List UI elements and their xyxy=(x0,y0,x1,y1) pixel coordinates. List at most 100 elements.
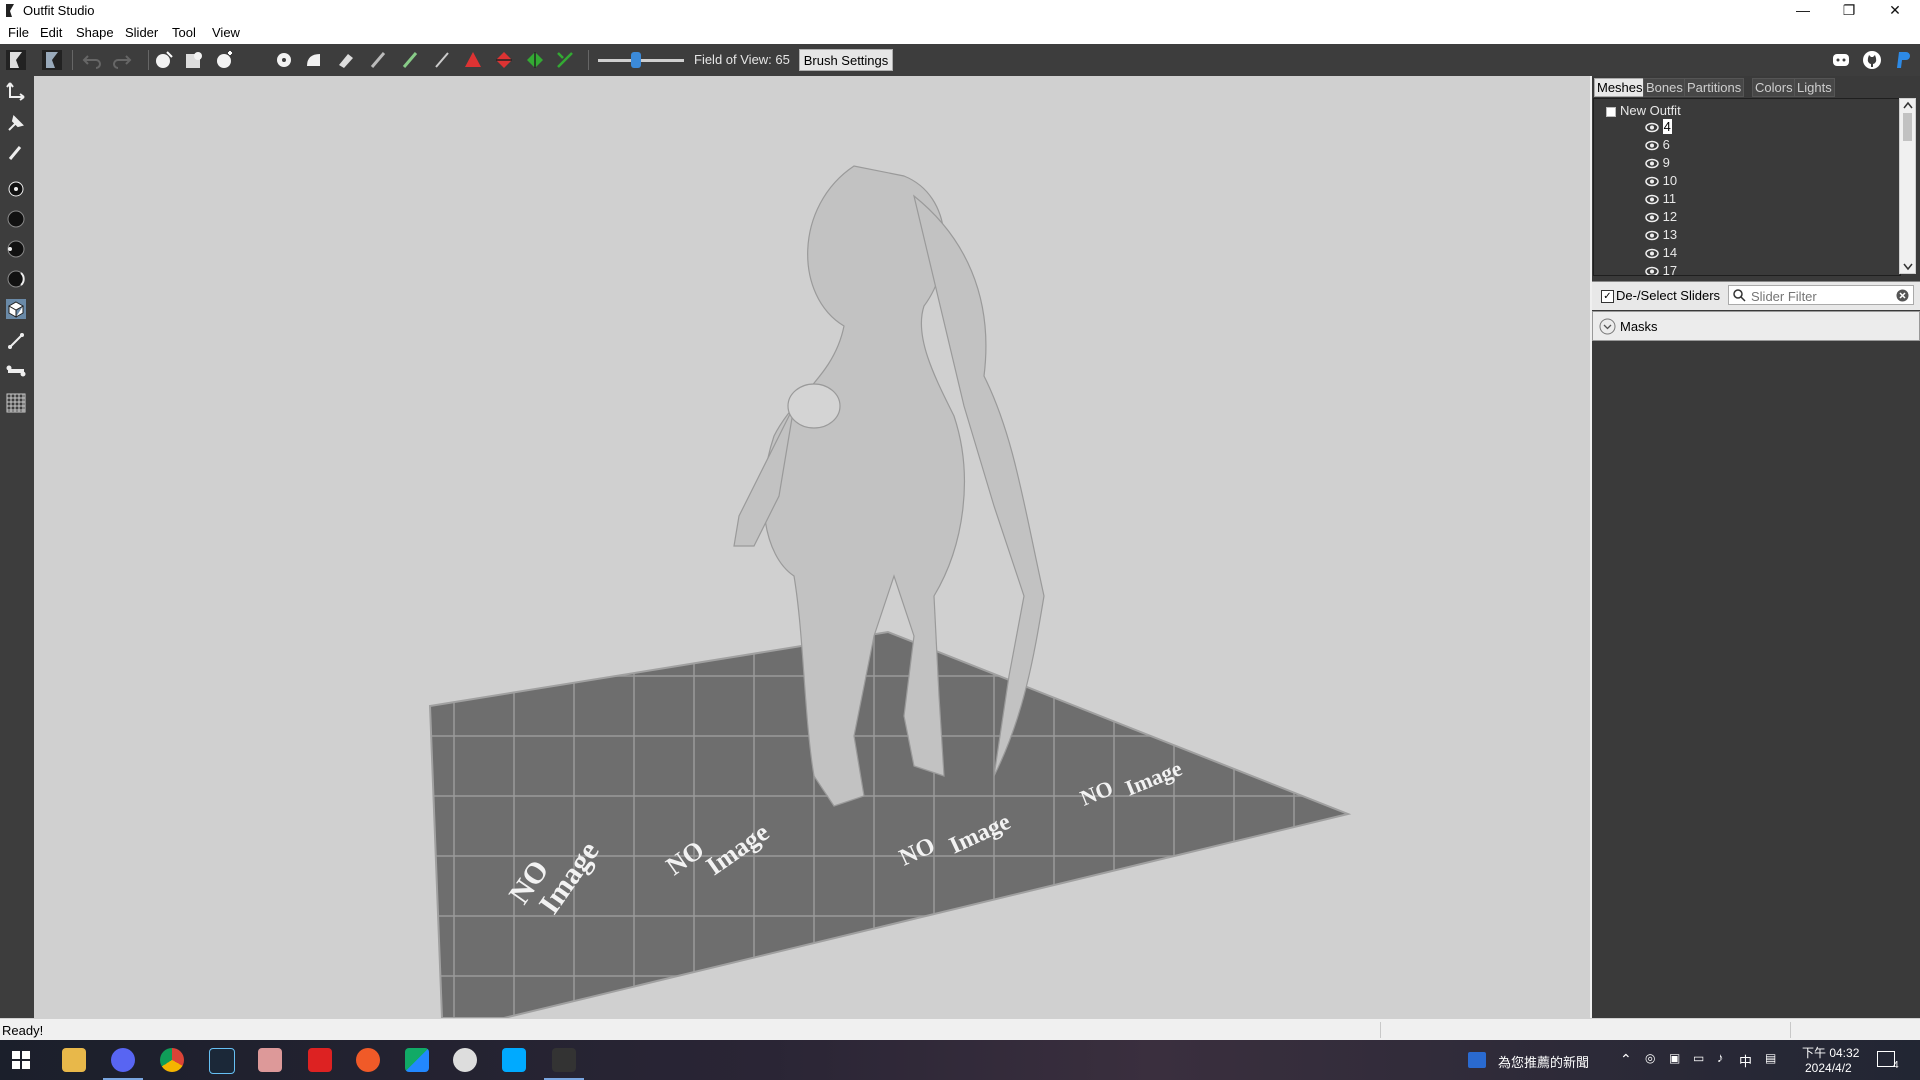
eye-icon[interactable] xyxy=(1645,248,1659,259)
smooth-brush-icon[interactable] xyxy=(304,50,324,70)
undo-icon[interactable] xyxy=(82,50,102,70)
app-folder-icon[interactable] xyxy=(502,1048,526,1072)
minimize-button[interactable]: — xyxy=(1780,0,1826,22)
tree-item-mesh[interactable]: 12 xyxy=(1645,209,1677,226)
mask-brush-icon[interactable] xyxy=(184,50,204,70)
menu-file[interactable]: File xyxy=(8,25,29,40)
tree-item-mesh[interactable]: 10 xyxy=(1645,173,1677,190)
scroll-thumb[interactable] xyxy=(1903,113,1912,141)
github-icon[interactable] xyxy=(1862,50,1882,70)
restrict-plane-icon[interactable] xyxy=(5,298,27,320)
grid-icon[interactable] xyxy=(5,392,27,414)
outfit-logo-icon[interactable] xyxy=(6,50,26,70)
eye-icon[interactable] xyxy=(1645,158,1659,169)
network-icon[interactable]: ▭ xyxy=(1693,1051,1704,1065)
reference-logo-icon[interactable] xyxy=(42,50,62,70)
tab-partitions[interactable]: Partitions xyxy=(1684,78,1745,97)
split-edge-icon[interactable] xyxy=(525,50,545,70)
bone-tool-icon[interactable] xyxy=(5,360,27,382)
restore-button[interactable]: ❐ xyxy=(1826,0,1872,22)
chevron-down-icon[interactable] xyxy=(1599,318,1616,335)
volume-icon[interactable]: ♪ xyxy=(1717,1050,1724,1065)
weight-brush-icon[interactable] xyxy=(368,50,388,70)
tree-item-mesh[interactable]: 4 xyxy=(1645,119,1672,136)
tray-expand-icon[interactable]: ⌃ xyxy=(1620,1051,1632,1068)
redo-icon[interactable] xyxy=(112,50,132,70)
close-button[interactable]: ✕ xyxy=(1872,0,1918,22)
eye-icon[interactable] xyxy=(1645,212,1659,223)
transform-icon[interactable] xyxy=(555,50,575,70)
chrome-icon[interactable] xyxy=(160,1048,184,1072)
clock-date[interactable]: 2024/4/2 xyxy=(1805,1061,1852,1075)
fov-slider-track[interactable] xyxy=(598,59,684,62)
tree-collapse-toggle[interactable] xyxy=(1606,107,1616,117)
tree-item-mesh[interactable]: 17 xyxy=(1645,263,1677,275)
menu-tool[interactable]: Tool xyxy=(172,25,196,40)
tray-app-icon[interactable]: ◎ xyxy=(1645,1051,1655,1065)
3d-viewport[interactable]: NO Image NO Image NO Image NO Image xyxy=(34,76,1590,1018)
scroll-down-icon[interactable] xyxy=(1903,263,1913,271)
tree-item-mesh[interactable]: 9 xyxy=(1645,155,1670,172)
outfit-studio-taskbar-icon[interactable] xyxy=(552,1048,576,1072)
connected-only-icon[interactable] xyxy=(5,208,27,230)
windows-start-icon[interactable] xyxy=(12,1051,30,1069)
select-brush-icon[interactable] xyxy=(154,50,174,70)
eye-icon[interactable] xyxy=(1645,140,1659,151)
ime-indicator[interactable]: 中 xyxy=(1739,1051,1752,1070)
eye-icon[interactable] xyxy=(1645,176,1659,187)
xmirror-icon[interactable] xyxy=(5,178,27,200)
game-launcher-icon[interactable] xyxy=(308,1048,332,1072)
menu-shape[interactable]: Shape xyxy=(76,25,114,40)
eye-icon[interactable] xyxy=(1645,122,1659,133)
tray-display-icon[interactable]: ▣ xyxy=(1669,1051,1680,1065)
collapse-vertex-icon[interactable] xyxy=(463,50,483,70)
tree-root-outfit[interactable]: New Outfit xyxy=(1620,103,1681,118)
eye-icon[interactable] xyxy=(1645,194,1659,205)
file-explorer-icon[interactable] xyxy=(62,1048,86,1072)
pen-tool-icon[interactable] xyxy=(5,330,27,352)
scroll-up-icon[interactable] xyxy=(1903,101,1913,109)
deflate-brush-icon[interactable] xyxy=(244,50,264,70)
menu-view[interactable]: View xyxy=(212,25,240,40)
slider-filter-input[interactable] xyxy=(1749,287,1893,305)
app-avatar-icon[interactable] xyxy=(258,1048,282,1072)
deselect-sliders-checkbox[interactable]: ✓ xyxy=(1601,290,1614,303)
fov-slider-thumb[interactable] xyxy=(631,52,641,68)
pivot-tool-icon[interactable] xyxy=(5,112,27,134)
ime-mode-icon[interactable]: ▤ xyxy=(1765,1051,1776,1065)
discord-icon[interactable] xyxy=(1831,50,1851,70)
move-brush-icon[interactable] xyxy=(274,50,294,70)
masks-row[interactable]: Masks xyxy=(1592,311,1920,341)
clear-icon[interactable] xyxy=(1896,289,1909,302)
mesh-tree[interactable]: New Outfit 4 6 9 10 11 12 13 14 17 xyxy=(1593,98,1901,276)
color-brush-icon[interactable] xyxy=(400,50,420,70)
brush-collision-icon[interactable] xyxy=(5,268,27,290)
ea-icon[interactable] xyxy=(356,1048,380,1072)
tab-meshes[interactable]: Meshes xyxy=(1594,78,1646,97)
app-icon[interactable] xyxy=(405,1048,429,1072)
tree-item-mesh[interactable]: 6 xyxy=(1645,137,1670,154)
steam-icon[interactable] xyxy=(209,1048,235,1074)
paypal-icon[interactable] xyxy=(1893,50,1913,70)
tree-scrollbar[interactable] xyxy=(1899,98,1916,274)
tree-item-mesh[interactable]: 14 xyxy=(1645,245,1677,262)
eye-icon[interactable] xyxy=(1645,230,1659,241)
news-text[interactable]: 為您推薦的新聞 xyxy=(1498,1052,1589,1071)
global-brush-icon[interactable] xyxy=(5,238,27,260)
vertex-select-icon[interactable] xyxy=(5,142,27,164)
undiff-brush-icon[interactable] xyxy=(336,50,356,70)
flip-edge-icon[interactable] xyxy=(494,50,514,70)
app-shield-icon[interactable] xyxy=(453,1048,477,1072)
tab-lights[interactable]: Lights xyxy=(1794,78,1835,97)
news-icon[interactable] xyxy=(1468,1052,1486,1068)
transform-tool-icon[interactable] xyxy=(5,80,27,102)
clock-time[interactable]: 下午 04:32 xyxy=(1802,1044,1859,1061)
tree-item-mesh[interactable]: 11 xyxy=(1645,191,1676,208)
alpha-brush-icon[interactable] xyxy=(432,50,452,70)
tab-bones[interactable]: Bones xyxy=(1643,78,1686,97)
brush-settings-button[interactable]: Brush Settings xyxy=(799,49,893,71)
menu-edit[interactable]: Edit xyxy=(40,25,62,40)
tree-item-mesh[interactable]: 13 xyxy=(1645,227,1677,244)
inflate-brush-icon[interactable] xyxy=(214,50,234,70)
tab-colors[interactable]: Colors xyxy=(1752,78,1796,97)
